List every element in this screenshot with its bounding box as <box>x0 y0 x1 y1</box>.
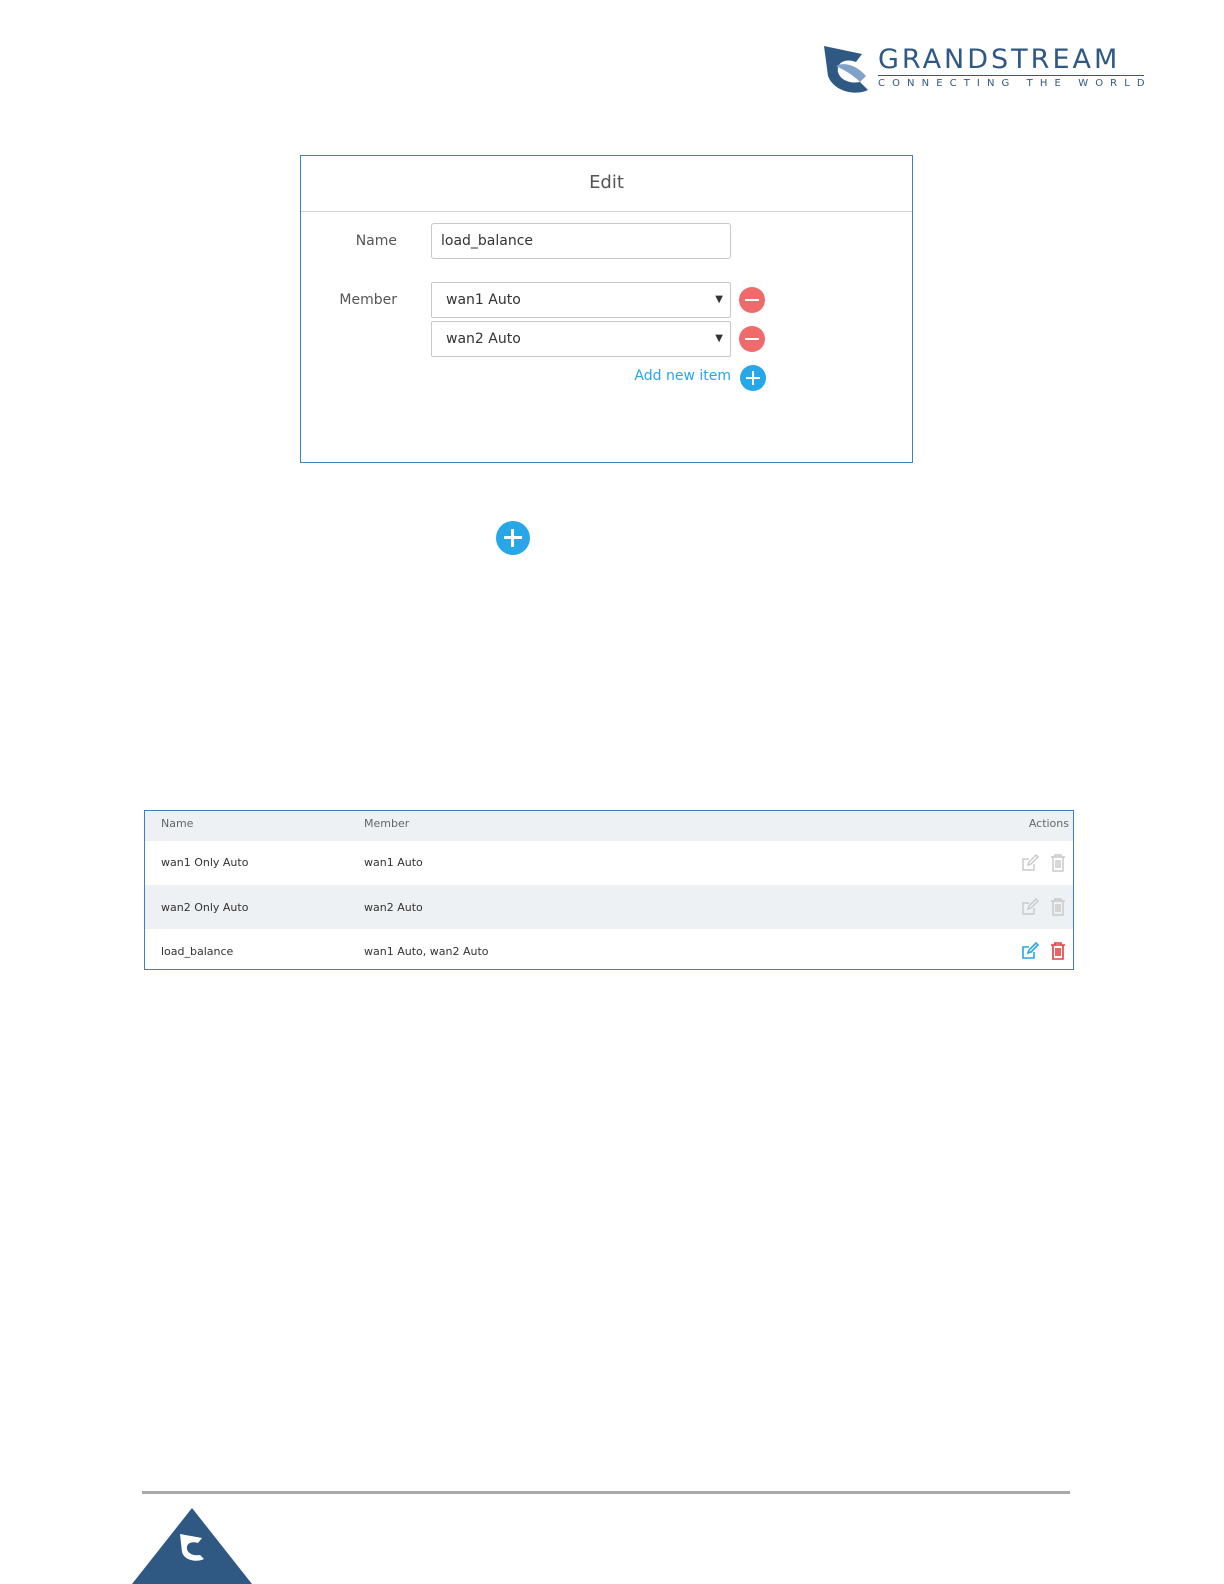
brand-tagline: CONNECTING THE WORLD <box>878 78 1152 89</box>
member-select-2[interactable]: wan2 Auto ▼ <box>431 321 731 357</box>
edit-icon <box>1022 898 1039 915</box>
brand-name: GRANDSTREAM <box>878 44 1121 75</box>
row-name: wan1 Only Auto <box>161 856 249 869</box>
edit-icon <box>1022 854 1039 871</box>
trash-icon <box>1051 854 1065 872</box>
member-select-1[interactable]: wan1 Auto ▼ <box>431 282 731 318</box>
plus-circle-icon <box>496 521 530 555</box>
trash-icon <box>1051 898 1065 916</box>
wan-groups-table: Name Member Actions wan1 Only Auto wan1 … <box>144 810 1074 970</box>
table-row: wan2 Only Auto wan2 Auto <box>145 885 1073 929</box>
edit-dialog: Edit Name Member wan1 Auto ▼ wan2 Auto ▼… <box>300 155 913 463</box>
row-member: wan1 Auto, wan2 Auto <box>364 945 489 958</box>
table-row: load_balance wan1 Auto, wan2 Auto <box>145 929 1073 969</box>
table-header: Name Member Actions <box>145 811 1073 841</box>
trash-icon[interactable] <box>1049 942 1067 960</box>
row-member: wan1 Auto <box>364 856 423 869</box>
grandstream-logo-icon <box>132 1508 252 1584</box>
row-name: wan2 Only Auto <box>161 901 249 914</box>
edit-icon[interactable] <box>1021 942 1039 960</box>
add-new-item-link[interactable]: Add new item <box>631 368 731 384</box>
row-name: load_balance <box>161 945 234 958</box>
brand-divider <box>878 75 1144 76</box>
name-label: Name <box>355 233 397 249</box>
row-member: wan2 Auto <box>364 901 423 914</box>
header-member: Member <box>364 817 410 830</box>
table-row: wan1 Only Auto wan1 Auto <box>145 841 1073 885</box>
member-select-1-value: wan1 Auto <box>446 292 521 308</box>
footer-divider <box>142 1491 1070 1494</box>
remove-member-1-button[interactable] <box>739 287 765 313</box>
grandstream-logo-icon <box>824 46 868 93</box>
member-label: Member <box>339 292 397 308</box>
dialog-title: Edit <box>301 156 912 212</box>
chevron-down-icon: ▼ <box>715 294 723 305</box>
add-new-item-button[interactable] <box>740 365 766 391</box>
remove-member-2-button[interactable] <box>739 326 765 352</box>
header-actions: Actions <box>1028 817 1069 830</box>
member-select-2-value: wan2 Auto <box>446 331 521 347</box>
header-name: Name <box>161 817 194 830</box>
name-input[interactable] <box>431 223 731 259</box>
grandstream-logo: GRANDSTREAM CONNECTING THE WORLD <box>822 42 1152 96</box>
chevron-down-icon: ▼ <box>715 333 723 344</box>
